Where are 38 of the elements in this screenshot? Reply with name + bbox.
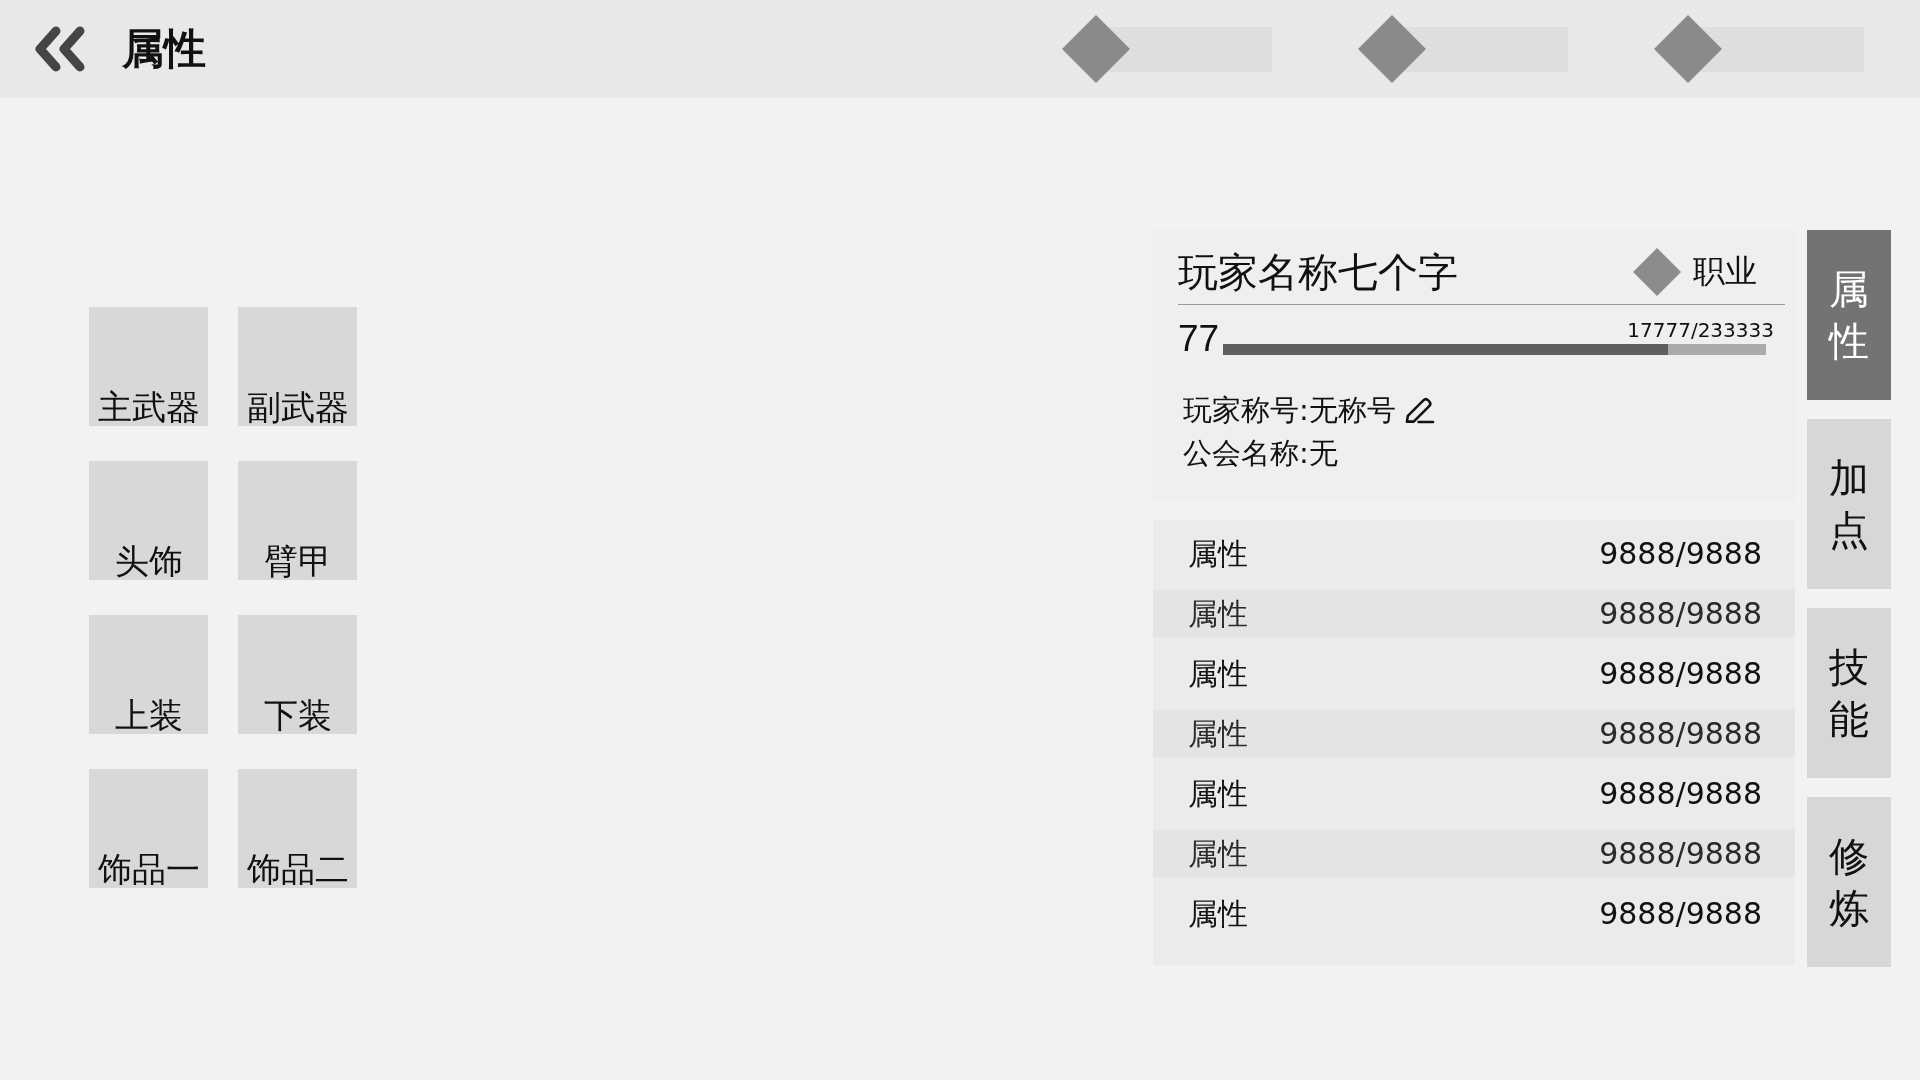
diamond-icon <box>1062 15 1130 83</box>
player-name: 玩家名称七个字 <box>1178 250 1458 294</box>
attribute-value: 9888/9888 <box>1599 597 1762 630</box>
equipment-slot[interactable]: 主武器 <box>89 307 208 426</box>
attribute-name: 属性 <box>1188 657 1248 690</box>
equipment-slot[interactable]: 臂甲 <box>238 461 357 580</box>
pencil-icon[interactable] <box>1403 395 1435 426</box>
class-label: 职业 <box>1693 254 1757 290</box>
attribute-name: 属性 <box>1188 717 1248 750</box>
equipment-slot[interactable]: 头饰 <box>89 461 208 580</box>
attribute-name: 属性 <box>1188 777 1248 810</box>
equipment-slot[interactable]: 上装 <box>89 615 208 734</box>
equipment-slot[interactable]: 饰品一 <box>89 769 208 888</box>
page-title: 属性 <box>122 25 206 73</box>
attribute-value: 9888/9888 <box>1599 897 1762 930</box>
attribute-value: 9888/9888 <box>1599 777 1762 810</box>
equipment-slot[interactable]: 下装 <box>238 615 357 734</box>
attribute-value: 9888/9888 <box>1599 837 1762 870</box>
level-number: 77 <box>1178 320 1220 357</box>
guild-name-text: 公会名称:无 <box>1183 434 1338 472</box>
attribute-name: 属性 <box>1188 537 1248 570</box>
side-tab[interactable]: 修炼 <box>1807 797 1891 967</box>
attribute-value: 9888/9888 <box>1599 657 1762 690</box>
attribute-name: 属性 <box>1188 597 1248 630</box>
equipment-slot[interactable]: 饰品二 <box>238 769 357 888</box>
attribute-name: 属性 <box>1188 897 1248 930</box>
equipment-slot[interactable]: 副武器 <box>238 307 357 426</box>
side-tab[interactable]: 技能 <box>1807 608 1891 778</box>
diamond-icon <box>1654 15 1722 83</box>
attribute-value: 9888/9888 <box>1599 537 1762 570</box>
player-title-text: 玩家称号:无称号 <box>1183 392 1396 429</box>
xp-reading: 17777/233333 <box>1627 319 1774 341</box>
diamond-icon <box>1358 15 1426 83</box>
diamond-icon <box>1633 248 1681 296</box>
side-tab[interactable]: 属性 <box>1807 230 1891 400</box>
attribute-name: 属性 <box>1188 837 1248 870</box>
attribute-value: 9888/9888 <box>1599 717 1762 750</box>
side-tab[interactable]: 加点 <box>1807 419 1891 589</box>
